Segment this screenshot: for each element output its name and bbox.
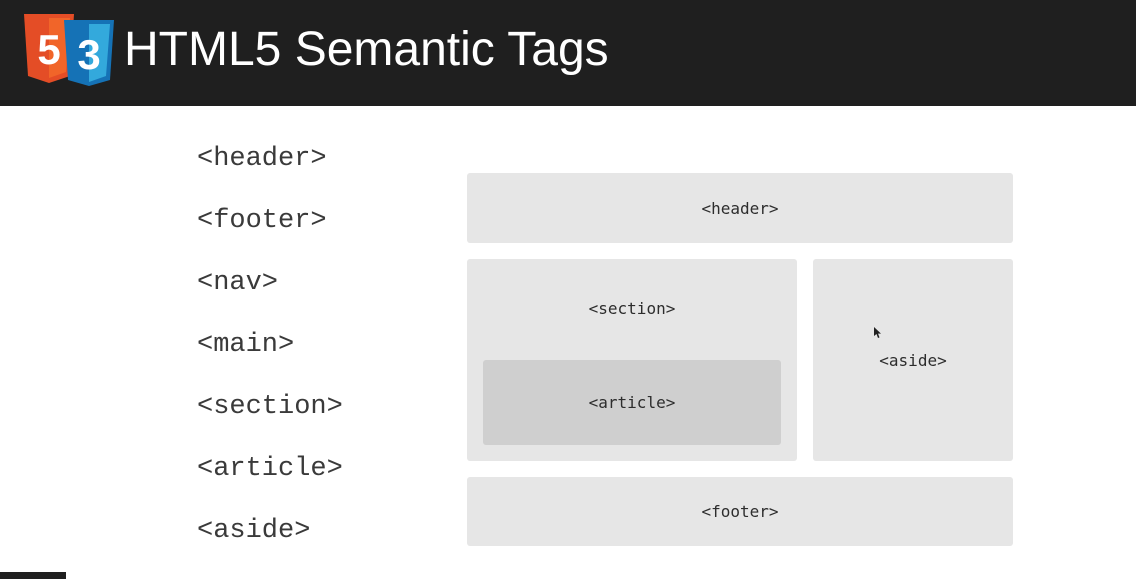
- tag-list-item: <main>: [197, 330, 295, 360]
- tag-list-item: <aside>: [197, 516, 311, 546]
- layout-aside-box: <aside>: [813, 259, 1013, 461]
- layout-aside-label: <aside>: [879, 350, 947, 370]
- title-bar: 5 3 HTML5 Semantic Tags: [0, 0, 1136, 106]
- layout-header-label: <header>: [701, 198, 779, 218]
- tag-list-item: <nav>: [197, 268, 279, 298]
- layout-article-label: <article>: [588, 393, 676, 412]
- layout-article-box: <article>: [483, 360, 781, 445]
- semantic-tag-list: <header> <footer> <nav> <main> <section>…: [197, 140, 343, 574]
- tag-list-item: <footer>: [197, 206, 327, 236]
- tag-list-item: <section>: [197, 392, 343, 422]
- page-title: HTML5 Semantic Tags: [124, 23, 609, 76]
- layout-footer-box: <footer>: [467, 477, 1013, 546]
- tag-list-item: <header>: [197, 144, 327, 174]
- bottom-strip: [0, 572, 66, 579]
- mouse-cursor-icon: [874, 327, 881, 338]
- slide: 5 3 HTML5 Semantic Tags <header> <footer…: [0, 0, 1136, 579]
- svg-text:5: 5: [37, 26, 60, 73]
- layout-header-box: <header>: [467, 173, 1013, 243]
- svg-text:3: 3: [77, 31, 100, 78]
- html5-css3-logo-icon: 5 3: [24, 14, 114, 86]
- layout-section-label: <section>: [588, 299, 676, 318]
- tag-list-item: <article>: [197, 454, 343, 484]
- layout-footer-label: <footer>: [701, 502, 779, 521]
